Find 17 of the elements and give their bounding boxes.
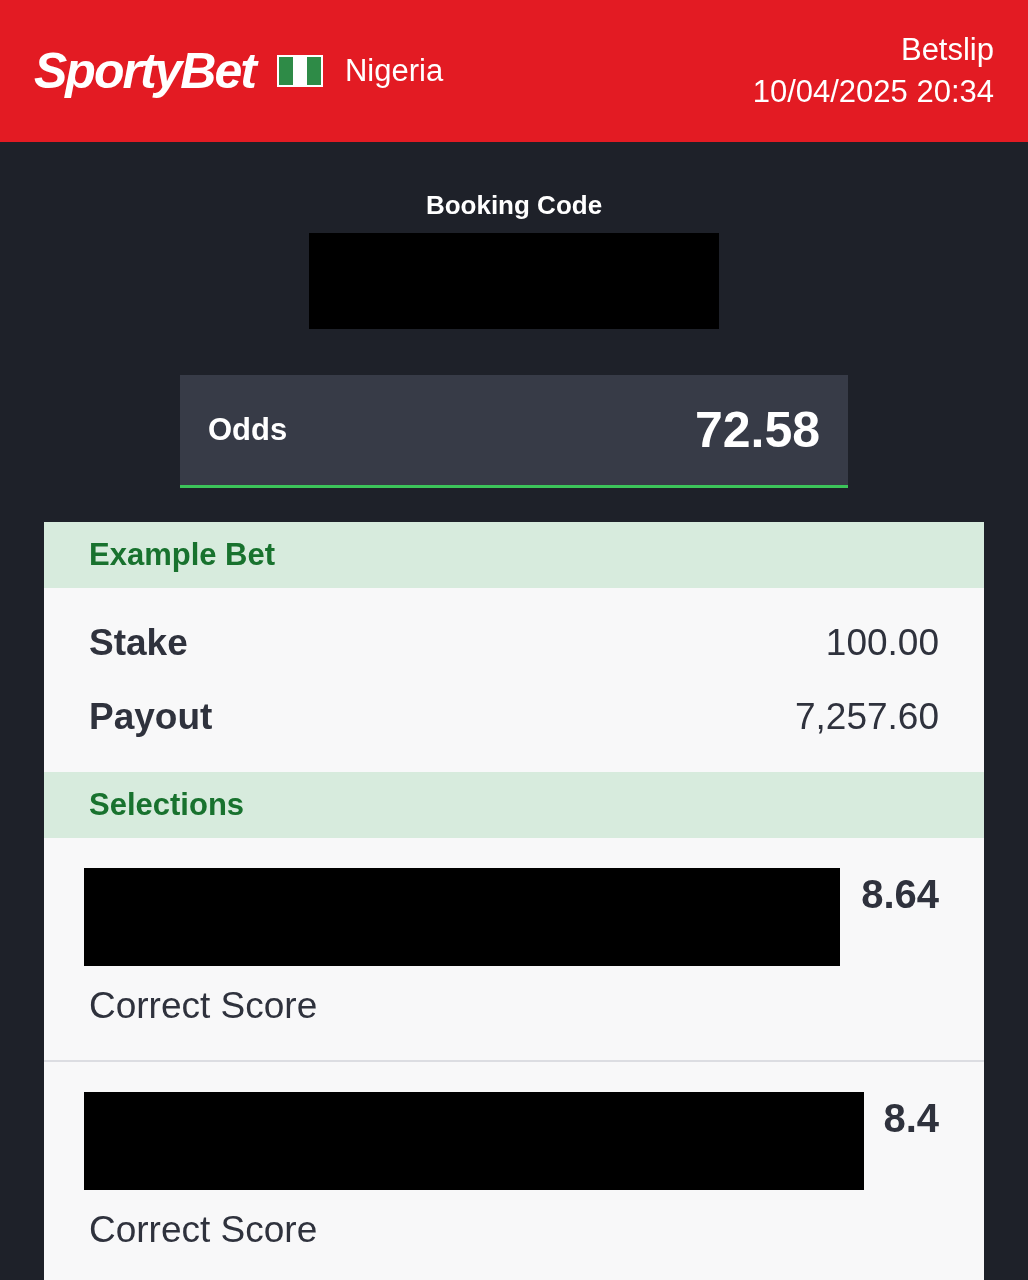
section-title: Selections: [89, 785, 245, 824]
market-label: Correct Score: [88, 1207, 319, 1252]
date-time: 10/04/2025 20:34: [752, 73, 994, 111]
country-label: Nigeria: [344, 51, 444, 90]
row-value: 7,257.60: [794, 695, 939, 740]
odds-value: 72.58: [694, 400, 820, 460]
selection-odds: 8.64: [861, 871, 940, 918]
odds-label: Odds: [208, 410, 288, 449]
row-label: Payout: [89, 695, 213, 740]
market-label: Correct Score: [88, 984, 319, 1028]
section-title: Example Bet: [89, 535, 276, 574]
flag-icon: [276, 55, 323, 87]
selection-odds: 8.4: [883, 1094, 940, 1142]
row-label: Stake: [89, 621, 188, 666]
page-title: Betslip: [900, 31, 994, 69]
row-value: 100.00: [825, 621, 939, 666]
booking-code-label: Booking Code: [425, 189, 603, 222]
